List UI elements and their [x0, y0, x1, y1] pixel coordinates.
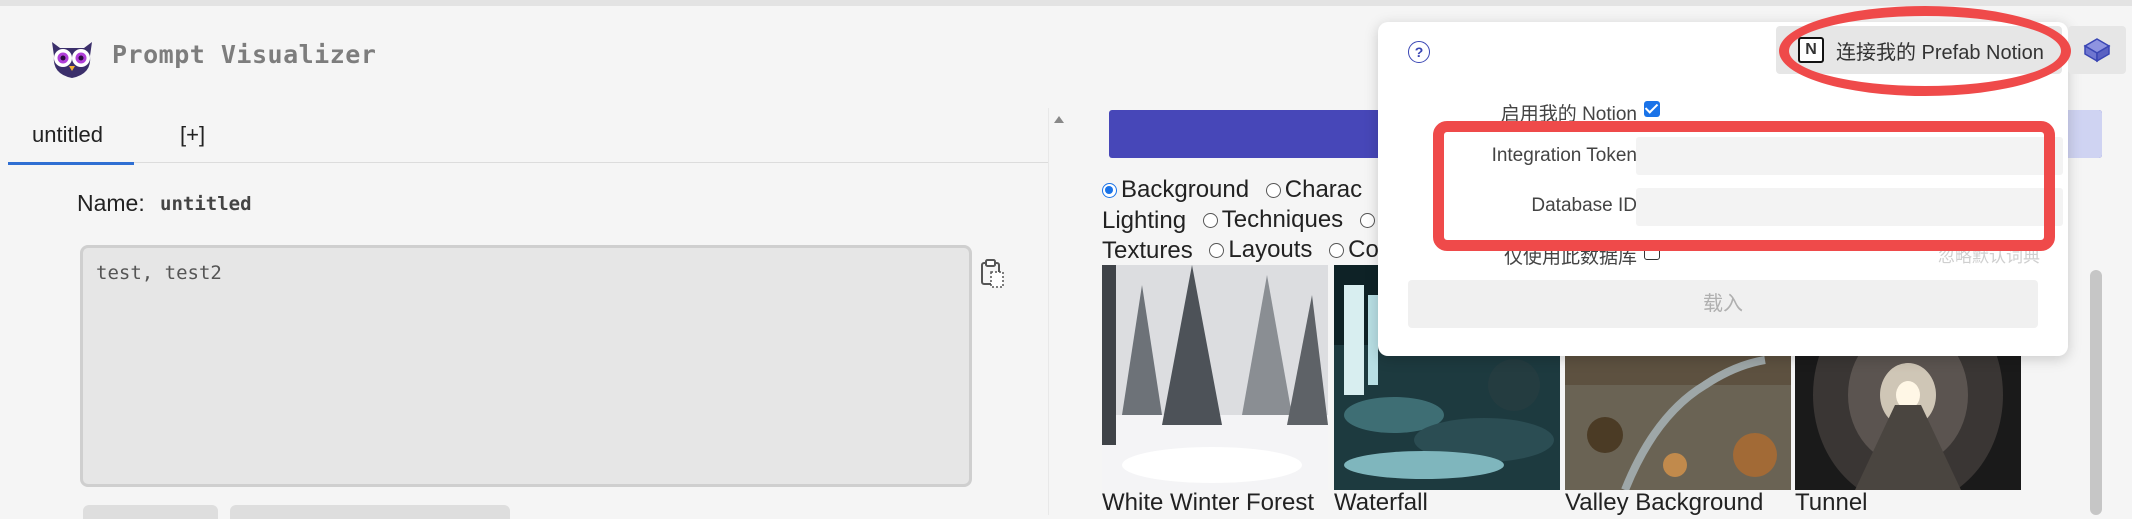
tab-bar: untitled [+] — [8, 112, 1048, 165]
ignore-default-dict-label: 忽略默认词典 — [1938, 247, 2040, 266]
category-radio-layouts[interactable]: Layouts — [1209, 236, 1312, 264]
top-border — [0, 0, 2132, 6]
enable-notion-label: 启用我的 Notion — [1500, 104, 1637, 125]
category-row-2: Lighting Techniques — [1102, 206, 1389, 235]
radio-character[interactable] — [1265, 182, 1281, 198]
caption-valley-background: Valley Background — [1565, 489, 1764, 516]
name-label: Name: — [77, 190, 145, 216]
caption-winter-forest: White Winter Forest — [1102, 489, 1315, 516]
radio-background[interactable] — [1102, 182, 1117, 198]
integration-token-input[interactable] — [1636, 137, 2063, 175]
category-row-1: Background Charac — [1102, 176, 1372, 205]
only-db-label: 仅使用此数据库 — [1503, 247, 1637, 268]
editor-button-partial[interactable] — [83, 505, 218, 519]
category-radio-co[interactable]: Co — [1329, 236, 1379, 264]
integration-token-label: Integration Token — [1491, 145, 1637, 166]
load-button[interactable]: 载入 — [1408, 280, 2038, 328]
enable-notion-checkbox[interactable] — [1644, 101, 1660, 117]
radio-layouts[interactable] — [1209, 242, 1225, 258]
category-radio-character[interactable]: Charac — [1265, 176, 1362, 204]
notion-settings-popup: ? N 连接我的 Prefab Notion 启用我的 Notion Integ… — [1378, 22, 2126, 356]
cube-icon — [2083, 38, 2111, 63]
database-id-input[interactable] — [1636, 188, 2063, 226]
radio-co[interactable] — [1329, 242, 1345, 258]
image-winter-forest[interactable] — [1102, 265, 1328, 490]
editor-button-partial-2[interactable] — [230, 505, 510, 519]
owl-logo-icon — [46, 34, 98, 80]
category-textures[interactable]: Textures — [1102, 237, 1193, 265]
connect-notion-button[interactable]: N 连接我的 Prefab Notion — [1776, 26, 2062, 74]
radio-hidden[interactable] — [1359, 212, 1375, 228]
name-value[interactable]: untitled — [160, 193, 252, 215]
caption-waterfall: Waterfall — [1334, 489, 1428, 516]
tab-add[interactable]: [+] — [180, 122, 205, 148]
category-radio-background[interactable]: Background — [1102, 176, 1249, 204]
caption-tunnel: Tunnel — [1795, 489, 1868, 516]
app-title: Prompt Visualizer — [112, 40, 377, 69]
vertical-scrollbar[interactable] — [2090, 270, 2102, 515]
cube-icon-button[interactable] — [2068, 26, 2126, 74]
category-radio-techniques[interactable]: Techniques — [1202, 206, 1343, 234]
question-circle-icon[interactable]: ? — [1408, 41, 1430, 63]
category-lighting[interactable]: Lighting — [1102, 207, 1186, 235]
dictionary-button-right-segment[interactable] — [2062, 110, 2102, 158]
clipboard-icon[interactable] — [980, 258, 1004, 288]
notion-logo-icon: N — [1798, 37, 1824, 63]
category-row-3: Textures Layouts Co — [1102, 236, 1389, 265]
radio-techniques[interactable] — [1202, 212, 1218, 228]
scroll-up-arrow-icon[interactable] — [1054, 116, 1064, 123]
connect-notion-label: 连接我的 Prefab Notion — [1836, 41, 2044, 64]
prompt-textarea[interactable] — [80, 245, 972, 487]
database-id-label: Database ID — [1531, 195, 1637, 216]
tab-untitled[interactable]: untitled — [8, 122, 134, 165]
pane-divider[interactable] — [1048, 108, 1049, 515]
category-radio-hidden[interactable] — [1359, 212, 1379, 228]
only-db-checkbox[interactable] — [1644, 244, 1660, 260]
